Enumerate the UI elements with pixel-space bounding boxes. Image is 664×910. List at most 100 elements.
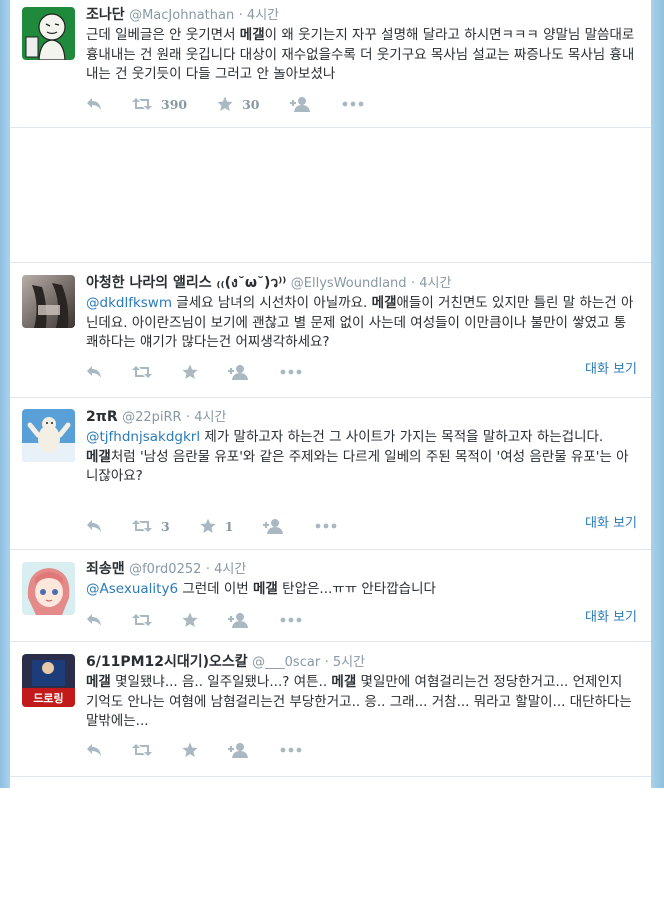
timestamp[interactable]: · 5시간	[325, 655, 365, 670]
reply-button[interactable]	[86, 365, 102, 379]
avatar-image	[22, 562, 75, 615]
follow-button[interactable]	[228, 742, 250, 758]
avatar-image	[22, 7, 75, 60]
tweet[interactable]: 아청한 나라의 앨리스 ₍₍(ง˘ω˘)ว⁾⁾ @EllysWoundland …	[10, 263, 651, 398]
retweet-icon	[132, 519, 152, 533]
avatar[interactable]: 드로링	[22, 654, 75, 707]
tweet-text: 근데 일베글은 안 웃기면서 메갤이 왜 웃기는지 자꾸 설명해 달라고 하시면…	[86, 26, 637, 85]
fullname[interactable]: 6/11PM12시대기)오스칼	[86, 654, 248, 670]
timestamp[interactable]: · 4시간	[239, 8, 279, 23]
tweet-actions	[86, 740, 332, 760]
favorite-button[interactable]	[182, 612, 198, 628]
username[interactable]: @f0rd0252	[129, 562, 201, 577]
avatar-image	[22, 409, 75, 462]
view-conversation-link[interactable]: 대화 보기	[585, 512, 637, 531]
tweet-header: 아청한 나라의 앨리스 ₍₍(ง˘ω˘)ว⁾⁾ @EllysWoundland …	[86, 274, 637, 293]
view-conversation-link[interactable]: 대화 보기	[585, 358, 637, 377]
mention-link[interactable]: @Asexuality6	[86, 581, 178, 597]
username[interactable]: @22piRR	[122, 410, 181, 425]
empty-tweet-slot	[10, 128, 651, 263]
tweet-text-segment: 처럼 '남성 음란물 유포'와 같은 주제와는 다르게 일베의 주된 목적이 '…	[86, 448, 629, 485]
retweet-icon	[132, 743, 152, 757]
avatar[interactable]	[22, 275, 75, 328]
tweet-actions: 390 30	[86, 94, 394, 114]
username[interactable]: @EllysWoundland	[291, 276, 407, 291]
retweet-count: 3	[161, 518, 170, 534]
retweet-icon	[132, 613, 152, 627]
more-button[interactable]	[280, 369, 302, 375]
tweet-text: @tjfhdnjsakdgkrl 제가 말하고자 하는건 그 사이트가 가지는 …	[86, 428, 637, 487]
follow-icon	[289, 96, 312, 112]
tweet-text: @dkdlfkswm 글세요 남녀의 시선차이 아닐까요. 메갤애들이 거친면도…	[86, 294, 637, 353]
view-conversation-link[interactable]: 대화 보기	[585, 606, 637, 625]
timestamp[interactable]: · 4시간	[186, 410, 226, 425]
reply-button[interactable]	[86, 519, 102, 533]
follow-button[interactable]	[228, 364, 250, 380]
tweet-header: 조나단 @MacJohnathan · 4시간	[86, 6, 637, 25]
follow-icon	[228, 742, 250, 758]
highlighted-keyword: 메갤	[86, 448, 111, 465]
reply-button[interactable]	[86, 613, 102, 627]
timestamp[interactable]: · 4시간	[206, 562, 246, 577]
tweet[interactable]: 드로링 6/11PM12시대기)오스칼 @___0scar · 5시간 메갤 몇…	[10, 642, 651, 777]
username[interactable]: @___0scar	[252, 655, 320, 670]
more-button[interactable]	[280, 747, 302, 753]
favorite-button[interactable]: 1	[200, 518, 233, 534]
username[interactable]: @MacJohnathan	[129, 8, 234, 23]
follow-button[interactable]	[289, 96, 312, 112]
tweet-text-segment: 그런데 이번	[178, 581, 254, 597]
retweet-button[interactable]: 3	[132, 519, 170, 534]
tweet-text: 메갤 몇일됐냐... 음.. 일주일됐나...? 여튼.. 메갤 몇일만에 여혐…	[86, 673, 637, 732]
tweet-text-segment: 글세요 남녀의 시선차이 아닐까요.	[172, 295, 372, 311]
more-icon	[280, 747, 302, 753]
highlighted-keyword: 메갤	[239, 27, 265, 43]
favorite-icon	[182, 364, 198, 380]
favorite-icon	[182, 612, 198, 628]
avatar[interactable]	[22, 7, 75, 60]
tweet-text-segment: 근데 일베글은 안 웃기면서	[86, 27, 240, 43]
timestamp[interactable]: · 4시간	[411, 276, 451, 291]
fullname[interactable]: 죄송맨	[86, 561, 125, 577]
retweet-button[interactable]	[132, 613, 152, 627]
favorite-icon	[182, 742, 198, 758]
avatar[interactable]	[22, 409, 75, 462]
retweet-count: 390	[161, 96, 188, 112]
more-button[interactable]	[342, 101, 364, 107]
retweet-button[interactable]	[132, 743, 152, 757]
tweet[interactable]: 2πR @22piRR · 4시간 @tjfhdnjsakdgkrl 제가 말하…	[10, 398, 651, 550]
more-button[interactable]	[315, 523, 337, 529]
retweet-button[interactable]	[132, 365, 152, 379]
tweet-actions	[86, 362, 332, 382]
reply-button[interactable]	[86, 97, 102, 111]
fullname[interactable]: 아청한 나라의 앨리스 ₍₍(ง˘ω˘)ว⁾⁾	[86, 275, 286, 291]
follow-button[interactable]	[228, 612, 250, 628]
avatar-image	[22, 275, 75, 328]
reply-icon	[86, 743, 102, 757]
highlighted-keyword: 메갤	[331, 674, 357, 690]
more-button[interactable]	[280, 617, 302, 623]
favorite-count: 30	[242, 96, 260, 112]
follow-button[interactable]	[263, 518, 285, 534]
tweet[interactable]: 조나단 @MacJohnathan · 4시간 근데 일베글은 안 웃기면서 메…	[10, 0, 651, 128]
follow-icon	[228, 364, 250, 380]
mention-link[interactable]: @dkdlfkswm	[86, 295, 172, 311]
favorite-icon	[200, 518, 216, 534]
fullname[interactable]: 2πR	[86, 409, 118, 425]
favorite-button[interactable]: 30	[217, 96, 260, 112]
fullname[interactable]: 조나단	[86, 7, 125, 23]
favorite-icon	[217, 96, 233, 112]
more-icon	[280, 617, 302, 623]
retweet-button[interactable]: 390	[132, 97, 187, 112]
follow-icon	[263, 518, 285, 534]
tweet-actions: 3 1	[86, 516, 367, 536]
tweet[interactable]: 죄송맨 @f0rd0252 · 4시간 @Asexuality6 그런데 이번 …	[10, 550, 651, 642]
more-icon	[315, 523, 337, 529]
tweet-header: 2πR @22piRR · 4시간	[86, 408, 637, 427]
mention-link[interactable]: @tjfhdnjsakdgkrl	[86, 429, 200, 445]
reply-icon	[86, 519, 102, 533]
favorite-button[interactable]	[182, 742, 198, 758]
avatar[interactable]	[22, 562, 75, 615]
tweet-actions	[86, 610, 332, 630]
favorite-button[interactable]	[182, 364, 198, 380]
reply-button[interactable]	[86, 743, 102, 757]
